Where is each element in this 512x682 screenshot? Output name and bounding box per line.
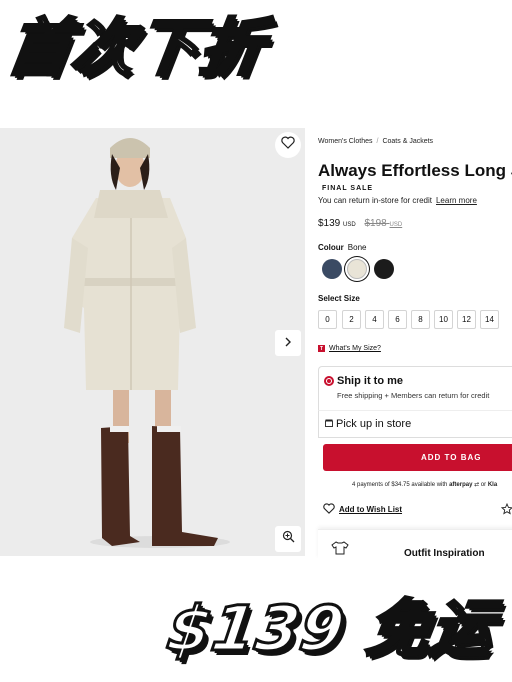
outfit-inspiration-section[interactable]: Outfit Inspiration (318, 529, 512, 558)
final-sale-badge: FINAL SALE (322, 185, 374, 192)
whats-my-size-link[interactable]: T What's My Size? (318, 345, 381, 352)
product-details-panel: Women's Clothes / Coats & Jackets Always E… (305, 128, 512, 558)
heart-icon (323, 503, 335, 516)
swatch-bone[interactable] (347, 259, 367, 279)
swatch-black[interactable] (374, 259, 394, 279)
promo-title-overlay: 首次下折 (1, 10, 270, 86)
size-option[interactable]: 2 (342, 310, 361, 329)
breadcrumb-separator: / (376, 138, 379, 145)
zoom-button[interactable] (275, 526, 301, 552)
star-icon[interactable] (500, 502, 512, 520)
afterpay-logo[interactable]: afterpay (449, 482, 472, 488)
size-option[interactable]: 10 (434, 310, 453, 329)
promo-price-overlay: $139 免运 (161, 591, 499, 667)
klarna-logo[interactable]: Kla (488, 482, 497, 488)
heart-icon (281, 136, 295, 154)
outfit-inspiration-label: Outfit Inspiration (404, 548, 485, 558)
original-price: $198 USD (364, 218, 403, 229)
ship-to-me-option[interactable]: Ship it to me Free shipping + Members ca… (318, 366, 512, 410)
zoom-in-icon (282, 530, 295, 548)
size-option[interactable]: 12 (457, 310, 476, 329)
size-option[interactable]: 14 (480, 310, 499, 329)
radio-selected-icon (324, 376, 334, 386)
size-option[interactable]: 4 (365, 310, 384, 329)
product-image[interactable] (0, 128, 305, 556)
colour-value: Bone (347, 243, 367, 252)
breadcrumb-coats-jackets[interactable]: Coats & Jackets (382, 138, 433, 145)
ship-title: Ship it to me (337, 375, 403, 387)
size-option[interactable]: 0 (318, 310, 337, 329)
model-illustration (0, 128, 305, 556)
afterpay-arrow-icon: ⇄ (472, 482, 480, 488)
select-size-label: Select Size (318, 294, 360, 303)
size-option[interactable]: 8 (411, 310, 430, 329)
size-option[interactable]: 6 (388, 310, 407, 329)
currency: USD (343, 222, 356, 228)
price: $139 USD $198 USD (318, 218, 402, 229)
current-price: $139 (318, 218, 341, 229)
add-to-bag-button[interactable]: ADD TO BAG (323, 444, 512, 471)
payment-options-text: 4 payments of $34.75 available with afte… (352, 482, 498, 488)
return-policy-text: You can return in-store for credit Learn … (318, 196, 477, 205)
add-to-wish-list-button[interactable]: Add to Wish List (323, 503, 402, 516)
favorite-heart-button[interactable] (275, 132, 301, 158)
chevron-right-icon (284, 334, 292, 352)
next-image-button[interactable] (275, 330, 301, 356)
breadcrumb-womens-clothes[interactable]: Women's Clothes (318, 138, 373, 145)
colour-selector-label: Colour Bone (318, 243, 366, 252)
size-guide-icon: T (318, 345, 325, 352)
swatch-navy[interactable] (322, 259, 342, 279)
pickup-in-store-option[interactable]: Pick up in store (318, 410, 512, 438)
breadcrumb: Women's Clothes / Coats & Jackets (318, 138, 433, 145)
return-note: You can return in-store for credit (318, 196, 432, 205)
pickup-label: Pick up in store (336, 418, 412, 430)
colour-label: Colour (318, 243, 344, 252)
ship-subtitle: Free shipping + Members can return for c… (337, 391, 490, 400)
learn-more-link[interactable]: Learn more (436, 196, 477, 205)
product-page-screenshot: Women's Clothes / Coats & Jackets Always E… (0, 128, 512, 558)
product-title: Always Effortless Long Ja (318, 161, 512, 180)
store-icon (325, 419, 333, 429)
shirt-icon (331, 541, 349, 558)
